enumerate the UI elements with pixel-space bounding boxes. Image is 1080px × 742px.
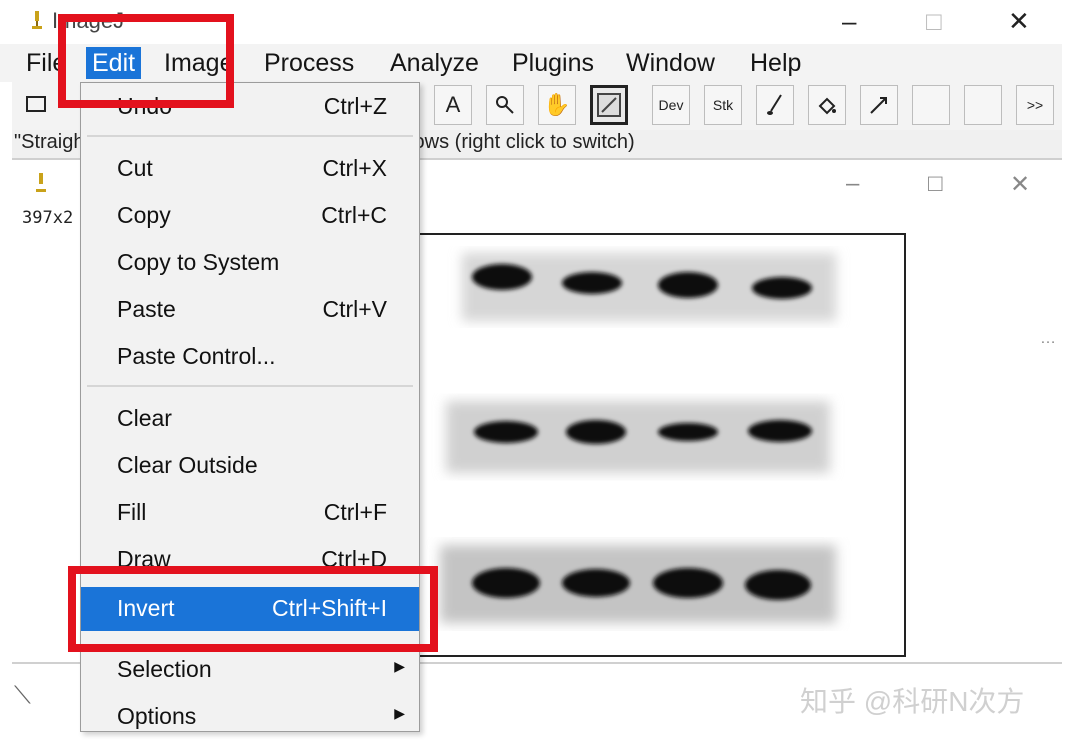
magnifier-icon[interactable] (486, 85, 524, 125)
rectangle-tool-icon[interactable] (18, 85, 56, 125)
menu-item-clear[interactable]: Clear (81, 397, 419, 441)
menu-item-paste[interactable]: Paste Ctrl+V (81, 288, 419, 332)
menu-item-selection[interactable]: Selection ▶ (81, 648, 419, 692)
image-maximize-icon[interactable]: □ (928, 170, 943, 198)
minimize-icon[interactable]: – (842, 6, 856, 37)
close-icon[interactable]: ✕ (1008, 6, 1030, 37)
image-close-icon[interactable]: ✕ (1010, 170, 1030, 199)
highlight-box-invert (68, 566, 438, 652)
menu-separator (87, 135, 413, 137)
menu-help[interactable]: Help (744, 47, 807, 79)
watermark: 知乎 @科研N次方 (800, 686, 1025, 717)
menu-separator (87, 385, 413, 387)
menu-window[interactable]: Window (620, 47, 721, 79)
highlight-box-edit-menu (58, 14, 234, 108)
menu-item-fill[interactable]: Fill Ctrl+F (81, 491, 419, 535)
menu-item-options[interactable]: Options ▶ (81, 695, 419, 731)
submenu-arrow-icon: ▶ (394, 705, 405, 721)
arrow-tool-icon[interactable] (860, 85, 898, 125)
brush-icon[interactable] (756, 85, 794, 125)
developer-menu-button[interactable]: Dev (652, 85, 690, 125)
flood-fill-icon[interactable] (808, 85, 846, 125)
menu-item-cut[interactable]: Cut Ctrl+X (81, 147, 419, 191)
menu-plugins[interactable]: Plugins (506, 47, 600, 79)
resize-grip-icon[interactable]: ⟍ (14, 682, 31, 710)
imagej-microscope-icon (32, 11, 42, 29)
more-tools-button[interactable]: >> (1016, 85, 1054, 125)
image-dimensions: 397x2 (22, 208, 74, 228)
image-window-icon (36, 173, 46, 192)
color-picker-icon[interactable] (590, 85, 628, 125)
submenu-arrow-icon: ▶ (394, 658, 405, 674)
overflow-dots: … (1040, 330, 1056, 347)
image-minimize-icon[interactable]: – (846, 170, 859, 198)
menu-item-paste-control[interactable]: Paste Control... (81, 335, 419, 379)
empty-tool-slot[interactable] (912, 85, 950, 125)
menu-analyze[interactable]: Analyze (384, 47, 485, 79)
menu-item-clear-outside[interactable]: Clear Outside (81, 444, 419, 488)
empty-tool-slot[interactable] (964, 85, 1002, 125)
maximize-icon[interactable]: □ (926, 6, 942, 37)
hand-scroll-icon[interactable]: ✋ (538, 85, 576, 125)
stack-menu-button[interactable]: Stk (704, 85, 742, 125)
menu-item-copy-to-system[interactable]: Copy to System (81, 241, 419, 285)
menu-process[interactable]: Process (258, 47, 360, 79)
menu-item-copy[interactable]: Copy Ctrl+C (81, 194, 419, 238)
text-tool-icon[interactable]: A (434, 85, 472, 125)
blot-bands-picture (440, 253, 836, 623)
western-blot-image[interactable] (416, 233, 906, 657)
